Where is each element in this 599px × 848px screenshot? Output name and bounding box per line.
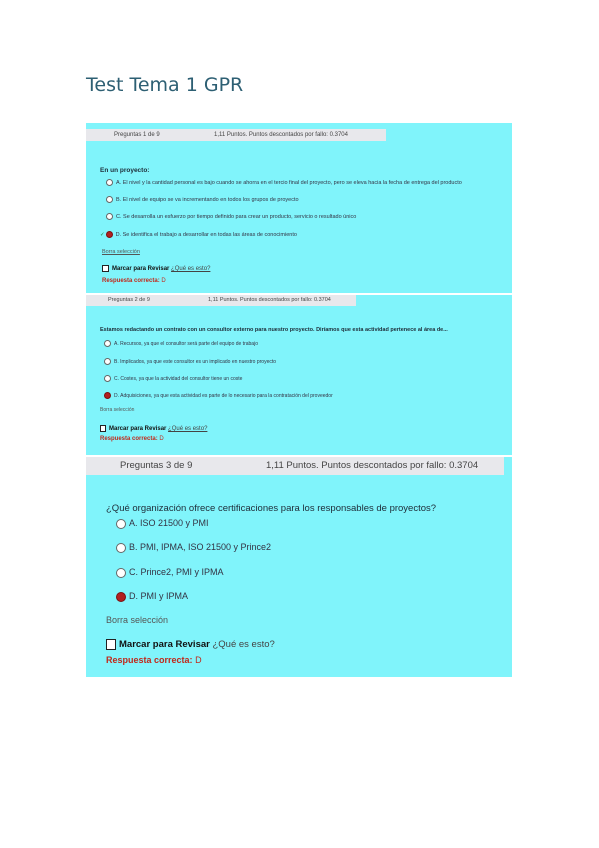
mark-for-review[interactable]: Marcar para Revisar ¿Qué es esto? — [102, 265, 210, 272]
question-header: Preguntas 3 de 9 1,11 Puntos. Puntos des… — [86, 457, 504, 475]
option-label: A. ISO 21500 y PMI — [129, 518, 209, 528]
correct-answer-value: D — [159, 436, 164, 442]
option-label: D. Se identifica el trabajo a desarrolla… — [115, 231, 297, 238]
answer-option-b[interactable]: B. El nivel de equipo se va incrementand… — [106, 196, 299, 203]
question-header: Preguntas 2 de 9 1,11 Puntos. Puntos des… — [86, 295, 356, 306]
answer-option-d[interactable]: ✓ D. Se identifica el trabajo a desarroll… — [100, 231, 297, 238]
correct-answer: Respuesta correcta: D — [102, 278, 166, 284]
clear-selection-link[interactable]: Borra selección — [106, 615, 168, 625]
radio-button[interactable] — [116, 591, 126, 602]
mark-label: Marcar para Revisar — [109, 426, 167, 433]
review-checkbox[interactable] — [102, 265, 109, 272]
answer-option-d[interactable]: D. PMI y IPMA — [116, 591, 188, 602]
what-is-this-link[interactable]: ¿Qué es esto? — [212, 639, 274, 650]
option-label: A. El nivel y la cantidad personal es ba… — [116, 179, 462, 186]
question-text: ¿Qué organización ofrece certificaciones… — [106, 503, 437, 514]
answer-option-b[interactable]: B. Implicados, ya que este consultor es … — [104, 358, 276, 365]
radio-button[interactable] — [104, 392, 111, 399]
option-label: D. PMI y IPMA — [129, 591, 189, 601]
radio-button[interactable] — [104, 358, 111, 365]
question-points: 1,11 Puntos. Puntos descontados por fall… — [208, 297, 331, 303]
radio-button[interactable] — [106, 213, 113, 220]
answer-option-c[interactable]: C. Costes, ya que la actividad del consu… — [104, 375, 242, 382]
mark-label: Marcar para Revisar — [112, 266, 170, 273]
option-label: A. Recursos, ya que el consultor será pa… — [114, 340, 258, 347]
page-title: Test Tema 1 GPR — [86, 74, 244, 96]
mark-label: Marcar para Revisar — [119, 639, 210, 651]
correct-answer-value: D — [195, 655, 202, 665]
what-is-this-link[interactable]: ¿Qué es esto? — [171, 266, 210, 272]
option-label: C. Costes, ya que la actividad del consu… — [114, 375, 243, 382]
option-label: B. Implicados, ya que este consultor es … — [114, 358, 277, 365]
check-icon: ✓ — [100, 231, 105, 238]
question-block-3: Preguntas 3 de 9 1,11 Puntos. Puntos des… — [86, 457, 512, 677]
review-checkbox[interactable] — [106, 639, 116, 650]
radio-button[interactable] — [104, 375, 111, 382]
option-label: C. Se desarrolla un esfuerzo por tiempo … — [116, 213, 357, 220]
option-label: C. Prince2, PMI y IPMA — [129, 567, 224, 577]
clear-selection-link[interactable]: Borra selección — [102, 249, 140, 255]
option-label: D. Adquisiciones, ya que esta actividad … — [114, 392, 333, 399]
answer-option-b[interactable]: B. PMI, IPMA, ISO 21500 y Prince2 — [116, 542, 271, 553]
radio-button[interactable] — [106, 179, 113, 186]
answer-option-c[interactable]: C. Prince2, PMI y IPMA — [116, 567, 224, 578]
question-block-2: Preguntas 2 de 9 1,11 Puntos. Puntos des… — [86, 295, 512, 455]
option-label: B. El nivel de equipo se va incrementand… — [116, 196, 299, 203]
correct-answer-label: Respuesta correcta: — [102, 278, 160, 284]
radio-button[interactable] — [116, 518, 126, 529]
mark-for-review[interactable]: Marcar para Revisar ¿Qué es esto? — [100, 425, 207, 432]
question-header: Preguntas 1 de 9 1,11 Puntos. Puntos des… — [86, 129, 386, 141]
correct-answer-value: D — [161, 278, 166, 284]
mark-for-review[interactable]: Marcar para Revisar ¿Qué es esto? — [106, 639, 275, 650]
correct-answer-label: Respuesta correcta: — [106, 655, 193, 665]
review-checkbox[interactable] — [100, 425, 106, 432]
answer-option-a[interactable]: A. Recursos, ya que el consultor será pa… — [104, 340, 258, 347]
question-block-1: Preguntas 1 de 9 1,11 Puntos. Puntos des… — [86, 123, 512, 293]
answer-option-c[interactable]: C. Se desarrolla un esfuerzo por tiempo … — [106, 213, 356, 220]
question-number: Preguntas 2 de 9 — [108, 297, 150, 303]
radio-button[interactable] — [105, 231, 113, 238]
answer-option-d[interactable]: D. Adquisiciones, ya que esta actividad … — [104, 392, 333, 399]
radio-button[interactable] — [116, 567, 126, 578]
clear-selection-link[interactable]: Borra selección — [100, 407, 134, 413]
question-number: Preguntas 1 de 9 — [114, 132, 160, 138]
option-label: B. PMI, IPMA, ISO 21500 y Prince2 — [129, 542, 272, 552]
question-text: En un proyecto: — [100, 167, 150, 174]
answer-option-a[interactable]: A. ISO 21500 y PMI — [116, 518, 209, 529]
correct-answer-label: Respuesta correcta: — [100, 436, 158, 442]
correct-answer: Respuesta correcta: D — [106, 655, 202, 665]
what-is-this-link[interactable]: ¿Qué es esto? — [168, 426, 207, 432]
question-text: Estamos redactando un contrato con un co… — [100, 327, 448, 333]
correct-answer: Respuesta correcta: D — [100, 436, 164, 442]
question-number: Preguntas 3 de 9 — [120, 460, 193, 471]
radio-button[interactable] — [106, 196, 113, 203]
answer-option-a[interactable]: A. El nivel y la cantidad personal es ba… — [106, 179, 462, 186]
radio-button[interactable] — [104, 340, 111, 347]
question-points: 1,11 Puntos. Puntos descontados por fall… — [214, 132, 348, 138]
radio-button[interactable] — [116, 542, 126, 553]
question-points: 1,11 Puntos. Puntos descontados por fall… — [266, 460, 479, 471]
